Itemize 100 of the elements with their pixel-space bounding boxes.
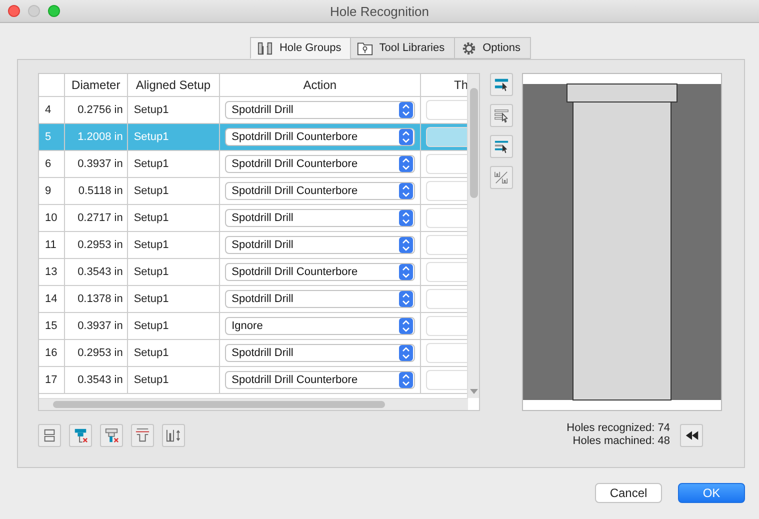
table-cell: 0.2953 in bbox=[78, 347, 123, 359]
tab[interactable]: Options bbox=[454, 37, 531, 59]
table-cell: 9 bbox=[45, 185, 52, 197]
action-dropdown[interactable]: Spotdrill Drill Counterbore bbox=[224, 182, 416, 200]
table-cell: 17 bbox=[45, 374, 58, 386]
table-cell: Setup1 bbox=[134, 212, 169, 224]
table-cell: 16 bbox=[45, 347, 58, 359]
action-dropdown[interactable]: Spotdrill Drill Counterbore bbox=[224, 155, 416, 173]
dropdown-arrows-icon bbox=[399, 102, 414, 118]
table-cell: 0.3937 in bbox=[78, 158, 123, 170]
table-row[interactable]: 5 1.2008 in Setup1 Spotdrill Drill Counterbore bbox=[39, 124, 468, 151]
dropdown-arrows-icon bbox=[399, 156, 414, 172]
dropdown-arrows-icon bbox=[399, 183, 414, 199]
hole-count-text: Holes recognized: 74 bbox=[566, 422, 670, 435]
input-field[interactable] bbox=[426, 100, 468, 120]
table-cell: Setup1 bbox=[134, 374, 169, 386]
tab[interactable]: Hole Groups bbox=[250, 37, 352, 59]
action-dropdown[interactable]: Spotdrill Drill bbox=[224, 290, 416, 308]
table-cell: Setup1 bbox=[134, 131, 169, 143]
table-cell: 13 bbox=[45, 266, 58, 278]
table-cell: 0.5118 in bbox=[78, 185, 123, 197]
table-cell: 10 bbox=[45, 212, 58, 224]
table-cell: 0.2953 in bbox=[78, 239, 123, 251]
hole-compare-icon[interactable] bbox=[490, 166, 513, 189]
table-cell: 15 bbox=[45, 320, 58, 332]
zoom-button[interactable] bbox=[48, 5, 60, 17]
action-dropdown[interactable]: Spotdrill Drill bbox=[224, 209, 416, 227]
table-row[interactable]: 15 0.3937 in Setup1 Ignore bbox=[39, 313, 468, 340]
table-row[interactable]: 4 0.2756 in Setup1 Spotdrill Drill bbox=[39, 97, 468, 124]
input-field[interactable] bbox=[426, 235, 468, 255]
table-cell: 0.1378 in bbox=[78, 293, 123, 305]
input-field[interactable] bbox=[426, 127, 468, 147]
column-header[interactable]: Diameter bbox=[64, 74, 128, 96]
action-dropdown[interactable]: Spotdrill Drill Counterbore bbox=[224, 128, 416, 146]
settings-icon bbox=[460, 40, 477, 56]
table-cell: 5 bbox=[45, 131, 52, 143]
input-field[interactable] bbox=[426, 154, 468, 174]
action-dropdown[interactable]: Spotdrill Drill bbox=[224, 101, 416, 119]
dropdown-arrows-icon bbox=[399, 372, 414, 388]
action-dropdown[interactable]: Spotdrill Drill Counterbore bbox=[224, 371, 416, 389]
action-dropdown[interactable]: Ignore bbox=[224, 317, 416, 335]
table-cell: 14 bbox=[45, 293, 58, 305]
input-field[interactable] bbox=[426, 343, 468, 363]
folder-icon bbox=[357, 40, 374, 56]
action-dropdown[interactable]: Spotdrill Drill bbox=[224, 236, 416, 254]
table-cell: Setup1 bbox=[134, 320, 169, 332]
dropdown-arrows-icon bbox=[399, 237, 414, 253]
scroll-thumb[interactable] bbox=[470, 88, 478, 198]
input-field[interactable] bbox=[426, 181, 468, 201]
window-title: Hole Recognition bbox=[330, 4, 429, 18]
table-cell: Setup1 bbox=[134, 239, 169, 251]
cancel-button[interactable]: Cancel bbox=[595, 483, 662, 503]
table-row[interactable]: 17 0.3543 in Setup1 Spotdrill Drill Counterbore bbox=[39, 367, 468, 394]
collapse-preview-icon[interactable] bbox=[680, 424, 703, 446]
select-rows-icon[interactable] bbox=[490, 104, 513, 127]
scroll-down-icon[interactable] bbox=[470, 389, 478, 395]
table-row[interactable]: 11 0.2953 in Setup1 Spotdrill Drill bbox=[39, 232, 468, 259]
dropdown-arrows-icon bbox=[399, 129, 414, 145]
dropdown-arrows-icon bbox=[399, 345, 414, 361]
hole-group-icon[interactable] bbox=[38, 424, 61, 446]
hole-depth-icon[interactable] bbox=[162, 424, 185, 446]
table-cell: Setup1 bbox=[134, 293, 169, 305]
action-dropdown[interactable]: Spotdrill Drill Counterbore bbox=[224, 263, 416, 281]
hole-icon bbox=[257, 40, 274, 56]
select-rows-icon[interactable] bbox=[490, 135, 513, 158]
input-field[interactable] bbox=[426, 370, 468, 390]
select-rows-icon[interactable] bbox=[490, 73, 513, 96]
scroll-thumb[interactable] bbox=[53, 401, 385, 408]
horizontal-scrollbar[interactable] bbox=[39, 398, 468, 410]
column-header[interactable]: Aligned Setup bbox=[128, 74, 220, 96]
table-row[interactable]: 6 0.3937 in Setup1 Spotdrill Drill Counterbore bbox=[39, 151, 468, 178]
action-dropdown[interactable]: Spotdrill Drill bbox=[224, 344, 416, 362]
table-cell: 0.2756 in bbox=[78, 104, 123, 116]
table-row[interactable]: 10 0.2717 in Setup1 Spotdrill Drill bbox=[39, 205, 468, 232]
table-row[interactable]: 14 0.1378 in Setup1 Spotdrill Drill bbox=[39, 286, 468, 313]
table-cell: Setup1 bbox=[134, 347, 169, 359]
remove-tool-icon[interactable] bbox=[100, 424, 123, 446]
vertical-scrollbar[interactable] bbox=[467, 74, 479, 398]
input-field[interactable] bbox=[426, 289, 468, 309]
table-row[interactable]: 13 0.3543 in Setup1 Spotdrill Drill Counterbore bbox=[39, 259, 468, 286]
table-cell: 0.3543 in bbox=[78, 266, 123, 278]
dropdown-arrows-icon bbox=[399, 210, 414, 226]
table-row[interactable]: 16 0.2953 in Setup1 Spotdrill Drill bbox=[39, 340, 468, 367]
dropdown-arrows-icon bbox=[399, 264, 414, 280]
input-field[interactable] bbox=[426, 316, 468, 336]
minimize-button[interactable] bbox=[28, 5, 40, 17]
hole-count-text: Holes machined: 48 bbox=[572, 435, 670, 448]
remove-tool-icon[interactable] bbox=[69, 424, 92, 446]
table-cell: 0.3543 in bbox=[78, 374, 123, 386]
table-cell: 11 bbox=[45, 239, 56, 251]
input-field[interactable] bbox=[426, 208, 468, 228]
counterbore-icon[interactable] bbox=[131, 424, 154, 446]
table-cell: Setup1 bbox=[134, 158, 169, 170]
input-field[interactable] bbox=[426, 262, 468, 282]
table-row[interactable]: 9 0.5118 in Setup1 Spotdrill Drill Counterbore bbox=[39, 178, 468, 205]
tab[interactable]: Tool Libraries bbox=[350, 37, 455, 59]
close-button[interactable] bbox=[8, 5, 20, 17]
table-cell: 0.3937 in bbox=[78, 320, 123, 332]
column-header[interactable]: Action bbox=[220, 74, 422, 96]
table-cell: 4 bbox=[45, 104, 52, 116]
